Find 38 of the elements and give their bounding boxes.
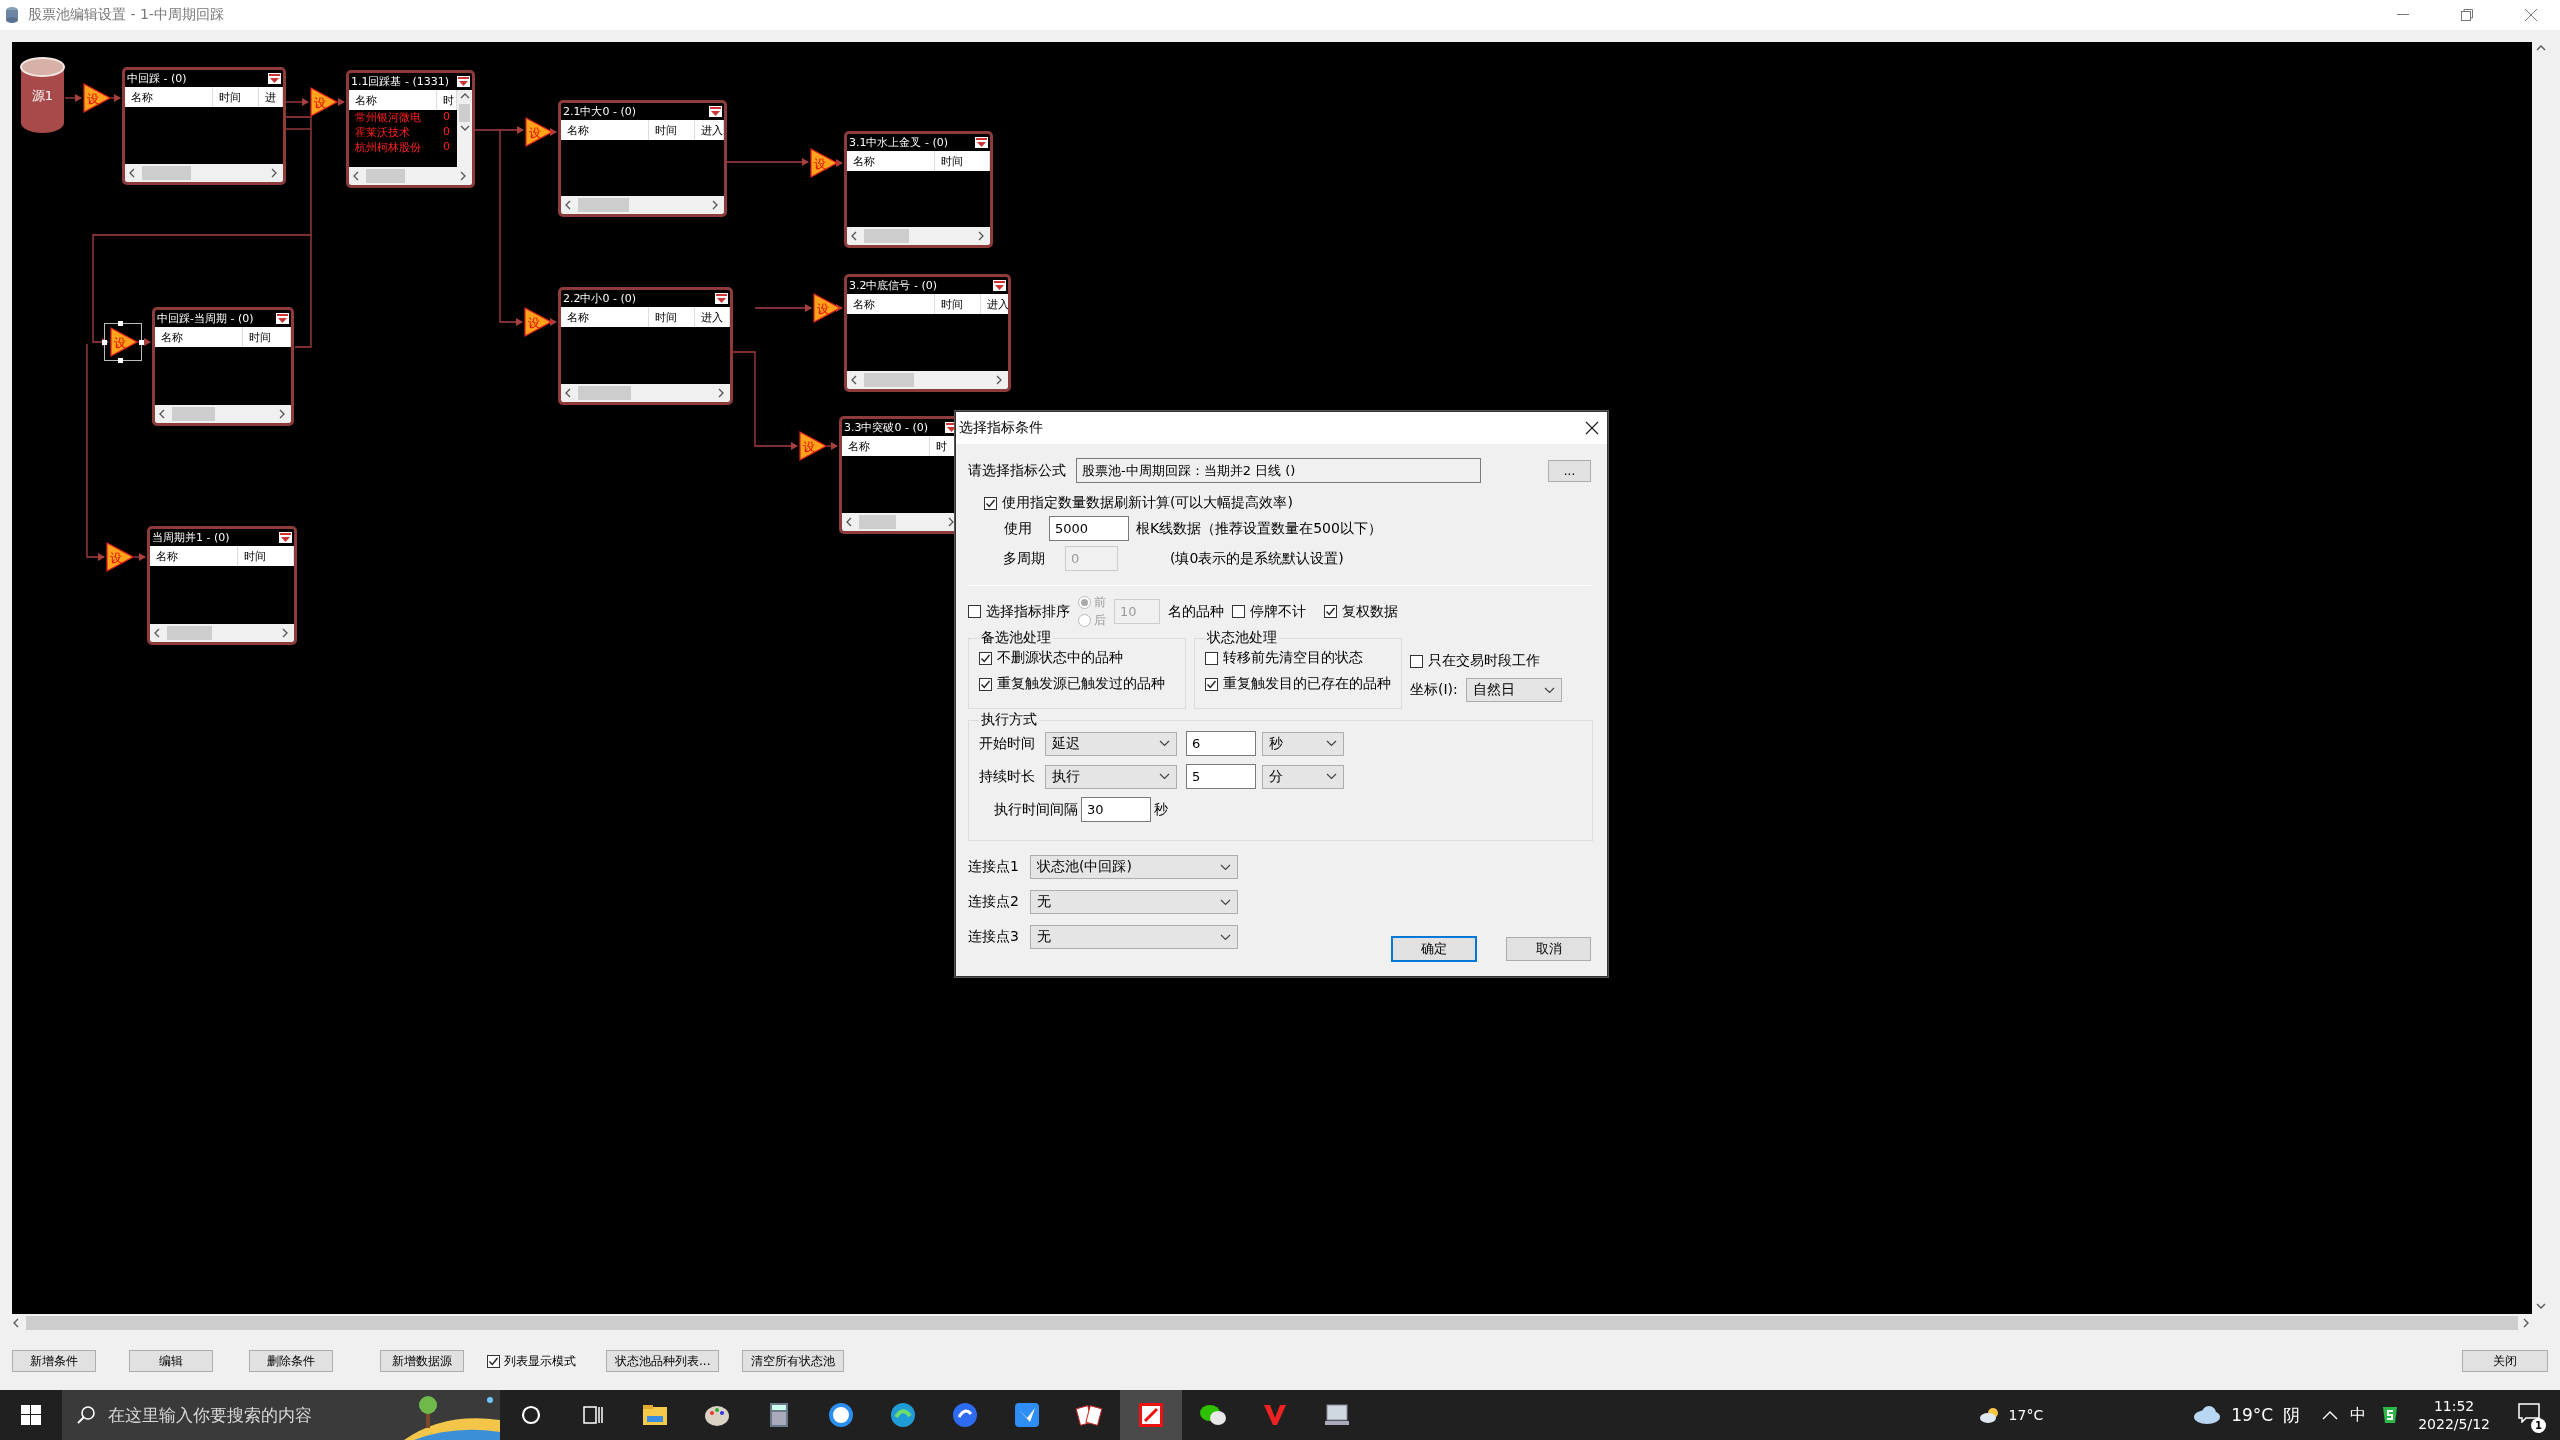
- pool-title: 2.1中大0 - (0): [563, 104, 637, 119]
- pool-title: 3.1中水上金叉 - (0): [849, 135, 949, 150]
- temperature-text: 19°C: [2231, 1405, 2274, 1425]
- field-label: 开始时间: [979, 734, 1036, 753]
- group-title: 执行方式: [980, 711, 1038, 729]
- field-note: 根K线数据（推荐设置数量在500以下）: [1136, 519, 1382, 538]
- pool-title: 当周期并1 - (0): [152, 530, 230, 545]
- field-label: 名的品种: [1168, 602, 1224, 621]
- weather-text: 阴: [2283, 1403, 2301, 1427]
- field-label: 坐标(I):: [1410, 681, 1458, 699]
- field-label: 连接点1: [968, 858, 1020, 876]
- window-title: 股票池编辑设置 - 1-中周期回踩: [28, 6, 225, 24]
- table-cell-text: 0: [442, 110, 451, 125]
- group-title: 备选池处理: [980, 629, 1052, 647]
- weather-text: 17°C: [2008, 1407, 2044, 1423]
- pool-title: 1.1回踩基 - (1331): [351, 74, 450, 89]
- field-label: 连接点3: [968, 928, 1020, 946]
- field-note: (填0表示的是系统默认设置): [1170, 549, 1344, 568]
- field-label: 使用: [1004, 519, 1033, 538]
- table-cell-text: 0: [442, 140, 451, 155]
- field-label: 多周期: [1003, 549, 1046, 568]
- unit-label: 秒: [1154, 800, 1168, 819]
- stock-name: 杭州柯林股份: [354, 140, 422, 155]
- pool-title: 3.2中底信号 - (0): [849, 278, 938, 293]
- stock-name: 常州银河微电: [354, 110, 422, 125]
- table-cell-text: 0: [442, 125, 451, 140]
- pool-title: 2.2中小0 - (0): [563, 291, 637, 306]
- group-title: 状态池处理: [1206, 629, 1278, 647]
- field-label: 执行时间间隔: [994, 800, 1078, 819]
- notification-badge: 1: [2531, 1418, 2546, 1433]
- field-label: 连接点2: [968, 893, 1020, 911]
- pool-title: 中回踩-当周期 - (0): [157, 311, 254, 326]
- stock-name: 霍莱沃技术: [354, 125, 411, 140]
- pool-title: 3.3中突破0 - (0): [844, 420, 929, 435]
- field-label: 请选择指标公式: [968, 461, 1067, 480]
- source-label: 源1: [30, 87, 55, 105]
- field-label: 持续时长: [979, 767, 1036, 786]
- pool-title: 中回踩 - (0): [127, 71, 187, 86]
